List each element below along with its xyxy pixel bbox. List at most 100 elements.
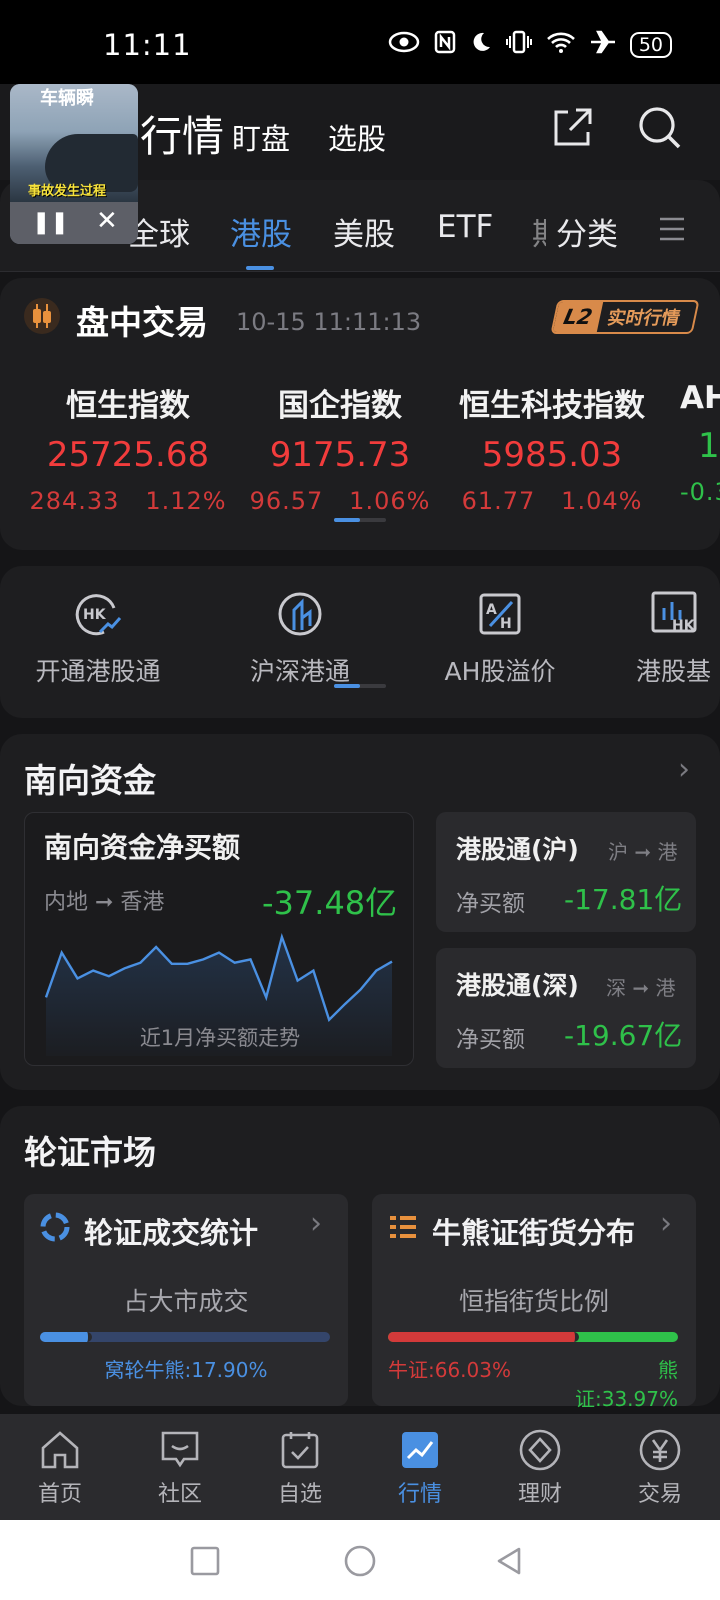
hk-chart-icon: HK — [650, 590, 698, 638]
stats-bar-fill — [40, 1332, 92, 1342]
sz-connect-label: 净买额 — [456, 1027, 525, 1053]
entry-label: AH股溢价 — [444, 657, 556, 686]
cbbc-bar-track — [388, 1332, 678, 1342]
status-time: 11:11 — [103, 28, 192, 62]
tab-us-stocks[interactable]: 美股 — [333, 209, 395, 254]
category-button[interactable]: 分类 — [556, 209, 618, 254]
index-value: 1 — [698, 426, 720, 466]
bull-ratio: 牛证:66.03% — [388, 1358, 511, 1382]
svg-text:HK: HK — [672, 618, 696, 634]
chevron-right-icon[interactable]: › — [310, 1206, 322, 1241]
airplane-icon — [590, 30, 616, 60]
realtime-label: 实时行情 — [605, 308, 682, 329]
hk-fund-entry[interactable]: HK 港股基 — [600, 590, 720, 688]
net-buy-title: 南向资金净买额 — [44, 831, 241, 864]
search-icon[interactable] — [636, 104, 684, 152]
ah-icon: AH — [476, 590, 524, 638]
share-icon[interactable] — [548, 104, 596, 152]
nav-watchlist[interactable]: 自选 — [260, 1428, 340, 1508]
nav-wealth[interactable]: 理财 — [500, 1428, 580, 1508]
cbbc-title: 牛熊证街货分布 — [432, 1216, 636, 1250]
checklist-icon — [278, 1428, 322, 1472]
home-icon — [38, 1428, 82, 1472]
nav-label: 社区 — [157, 1482, 202, 1507]
recents-icon[interactable] — [190, 1546, 220, 1580]
index-change: 61.77 1.04% — [461, 487, 643, 515]
index-scroll-indicator — [334, 518, 386, 522]
warrant-stats-footer: 窝轮牛熊:17.90% — [104, 1358, 268, 1382]
yen-icon — [638, 1428, 682, 1472]
svg-text:HK: HK — [83, 607, 107, 623]
candlestick-icon — [24, 298, 60, 334]
southbound-title: 南向资金 — [24, 761, 156, 800]
tab-hk-stocks[interactable]: 港股 — [230, 209, 292, 254]
nav-home[interactable]: 首页 — [20, 1428, 100, 1508]
index-hsi[interactable]: 恒生指数 25725.68 284.33 1.12% — [22, 380, 234, 515]
nfc-icon — [434, 30, 456, 60]
open-connect-entry[interactable]: HK 开通港股通 — [0, 590, 196, 688]
stats-bar-track — [40, 1332, 330, 1342]
chevron-right-icon[interactable]: › — [678, 752, 690, 787]
index-hstech[interactable]: 恒生科技指数 5985.03 61.77 1.04% — [446, 380, 658, 515]
warrant-stats-subtitle: 占大市成交 — [123, 1287, 249, 1316]
net-buy-direction: 内地 ➞ 香港 — [44, 890, 165, 915]
warrant-stats-box[interactable]: 轮证成交统计 › 占大市成交 窝轮牛熊:17.90% — [24, 1194, 348, 1406]
entry-scroll-indicator — [334, 684, 386, 688]
nav-label: 首页 — [37, 1482, 82, 1507]
warrant-stats-title: 轮证成交统计 — [84, 1216, 259, 1250]
shsz-hk-connect-entry[interactable]: 沪深港通 — [202, 590, 398, 688]
home-button-icon[interactable] — [343, 1544, 377, 1582]
video-caption: 事故发生过程 — [28, 184, 107, 199]
index-ah-partial[interactable]: AH 1 -0.3 — [680, 380, 720, 506]
entry-label: 开通港股通 — [35, 657, 161, 686]
vibrate-icon — [505, 30, 532, 60]
bear-ratio: 熊证:33.97% — [575, 1358, 678, 1411]
pause-icon[interactable]: ❚❚ — [32, 210, 69, 235]
trading-time: 10-15 11:11:13 — [236, 308, 422, 336]
chevron-right-icon[interactable]: › — [660, 1206, 672, 1241]
nav-label: 行情 — [397, 1482, 442, 1507]
l2-realtime-badge[interactable]: L2 实时行情 — [550, 300, 700, 334]
video-thumbnail: 车辆瞬 事故发生过程 — [10, 84, 138, 202]
page-title: 行情 — [140, 112, 225, 161]
nav-community[interactable]: 社区 — [140, 1428, 220, 1508]
moon-icon — [470, 31, 492, 59]
chat-icon — [158, 1428, 202, 1472]
entry-label: 港股基 — [636, 657, 712, 686]
hk-connect-icon: HK — [74, 590, 122, 638]
cbbc-distribution-box[interactable]: 牛熊证街货分布 › 恒指街货比例 牛证:66.03% 熊证:33.97% — [372, 1194, 696, 1411]
tab-futures[interactable]: 期 — [532, 209, 546, 254]
sh-connect-value: -17.81亿 — [564, 883, 683, 916]
sh-connect-tag: 沪 ➞ 港 — [608, 840, 678, 864]
pip-video-player[interactable]: 车辆瞬 事故发生过程 ❚❚ ✕ — [10, 84, 138, 244]
trading-title: 盘中交易 — [76, 303, 208, 342]
back-icon[interactable] — [494, 1546, 524, 1580]
entry-label: 沪深港通 — [249, 657, 350, 686]
close-icon[interactable]: ✕ — [96, 206, 118, 236]
active-tab-indicator — [246, 266, 274, 270]
bull-bar-fill — [388, 1332, 580, 1342]
tab-watch[interactable]: 盯盘 — [232, 116, 290, 158]
video-top-text: 车辆瞬 — [40, 88, 94, 109]
tab-stock-picker[interactable]: 选股 — [328, 116, 386, 158]
l2-label: L2 — [552, 302, 604, 332]
index-hscei[interactable]: 国企指数 9175.73 96.57 1.06% — [234, 380, 446, 515]
ah-premium-entry[interactable]: AH AH股溢价 — [402, 590, 598, 688]
bottom-navigation — [0, 1414, 720, 1520]
warrant-stats-icon — [40, 1212, 70, 1246]
index-value: 5985.03 — [481, 435, 623, 475]
eye-icon — [388, 31, 420, 59]
list-icon — [388, 1214, 418, 1244]
cbbc-subtitle: 恒指街货比例 — [458, 1287, 609, 1316]
nav-market[interactable]: 行情 — [380, 1428, 460, 1508]
index-change: 284.33 1.12% — [29, 487, 227, 515]
nav-trade[interactable]: 交易 — [620, 1428, 700, 1508]
nav-label: 自选 — [277, 1482, 322, 1507]
sh-connect-title: 港股通(沪) — [456, 835, 579, 864]
sz-connect-tag: 深 ➞ 港 — [606, 976, 676, 1000]
tab-etf[interactable]: ETF — [437, 209, 493, 245]
index-name: AH — [680, 380, 720, 416]
menu-icon[interactable] — [658, 216, 686, 246]
battery-indicator: 50 — [629, 32, 672, 58]
trend-note: 近1月净买额走势 — [139, 1026, 301, 1050]
